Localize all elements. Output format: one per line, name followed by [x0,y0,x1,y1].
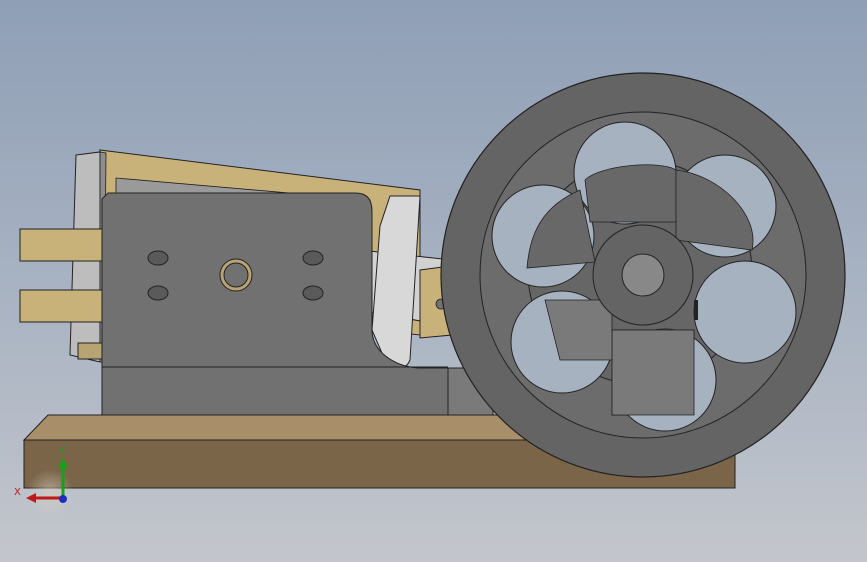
axle-key [694,300,698,320]
frame-hole [302,250,324,266]
pipe-flange[interactable] [77,342,103,360]
y-axis-arrowhead [58,458,68,468]
exhaust-pipe[interactable] [19,289,103,323]
intake-pipe[interactable] [19,228,103,262]
flywheel[interactable] [440,72,846,478]
frame-hole [147,250,169,266]
frame-hole [302,285,324,301]
y-axis-label: Y [58,446,66,457]
frame-hole [147,285,169,301]
x-axis-label: X [14,487,21,498]
3d-viewport[interactable]: Y X [0,0,867,562]
flywheel-axle[interactable] [621,253,665,297]
z-axis-dot [59,495,67,503]
main-bearing-bore [223,262,249,288]
steam-engine-model[interactable] [0,0,867,562]
flywheel-cutout [693,260,797,364]
axis-triad: Y X [14,446,74,517]
